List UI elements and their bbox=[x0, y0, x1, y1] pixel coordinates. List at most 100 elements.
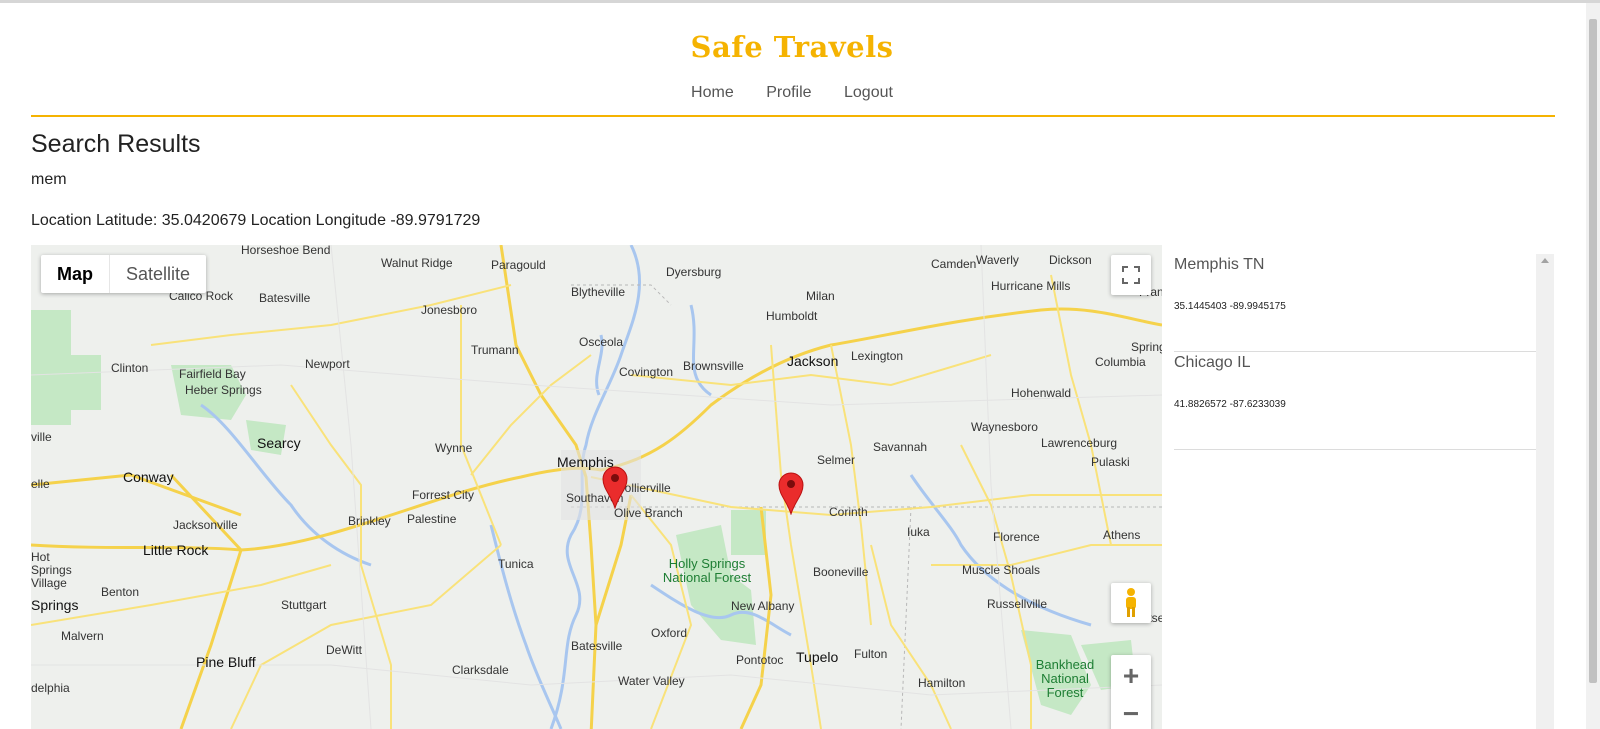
map-label: Savannah bbox=[873, 440, 928, 454]
fullscreen-icon bbox=[1122, 266, 1140, 284]
map-label: Brinkley bbox=[348, 514, 391, 528]
zoom-control: + − bbox=[1111, 655, 1151, 729]
map-label: Water Valley bbox=[618, 674, 685, 688]
map-label: Camden bbox=[931, 257, 977, 271]
map-label: Waverly bbox=[976, 253, 1019, 267]
map-type-map-button[interactable]: Map bbox=[41, 255, 110, 293]
map-label: Covington bbox=[619, 365, 674, 379]
map-label: New Albany bbox=[731, 599, 795, 613]
map-label: Blytheville bbox=[571, 285, 626, 299]
map-label: Corinth bbox=[829, 505, 868, 519]
map-label: Humboldt bbox=[766, 309, 818, 323]
map-marker-icon[interactable] bbox=[777, 471, 805, 515]
map-label: DeWitt bbox=[326, 643, 362, 657]
main-nav: Home Profile Logout bbox=[0, 84, 1584, 102]
map-label: Hot Springs Village bbox=[31, 550, 72, 590]
map-label: Athens bbox=[1103, 528, 1141, 542]
map-label: Dickson bbox=[1049, 253, 1092, 267]
map-label: Booneville bbox=[813, 565, 869, 579]
results-list: Memphis TN 35.1445403 -89.9945175 Chicag… bbox=[1174, 254, 1548, 729]
map-label: Russellville bbox=[987, 597, 1048, 611]
map-label: Hurricane Mills bbox=[991, 279, 1071, 293]
map-label: Florence bbox=[993, 530, 1040, 544]
result-name: Chicago IL bbox=[1174, 354, 1251, 371]
fullscreen-button[interactable] bbox=[1111, 255, 1151, 295]
map-label: Tunica bbox=[498, 557, 534, 571]
map-label: Batesville bbox=[571, 639, 623, 653]
search-query: mem bbox=[31, 171, 67, 188]
map-label: elle bbox=[31, 477, 50, 491]
map-label: Pine Bluff bbox=[196, 654, 256, 670]
map-label: Conway bbox=[123, 469, 174, 485]
map-label: Jackson bbox=[787, 353, 839, 369]
browser-top-line bbox=[0, 0, 1600, 3]
map-label: delphia bbox=[31, 681, 70, 695]
map-label: Batesville bbox=[259, 291, 311, 305]
map-label: Tupelo bbox=[796, 649, 839, 665]
result-name: Memphis TN bbox=[1174, 256, 1265, 273]
map-label: Waynesboro bbox=[971, 420, 1038, 434]
list-item[interactable]: Memphis TN 35.1445403 -89.9945175 bbox=[1174, 254, 1536, 352]
map-label: Searcy bbox=[257, 435, 301, 451]
result-coords: 35.1445403 -89.9945175 bbox=[1174, 301, 1286, 312]
map-label: Fulton bbox=[854, 647, 888, 661]
map-label: Jacksonville bbox=[173, 518, 238, 532]
map-label: Clarksdale bbox=[452, 663, 509, 677]
map-label: Benton bbox=[101, 585, 140, 599]
map-label: Wynne bbox=[435, 441, 473, 455]
nav-logout-link[interactable]: Logout bbox=[844, 84, 893, 101]
map-label: Walnut Ridge bbox=[381, 256, 453, 270]
zoom-out-button[interactable]: − bbox=[1123, 695, 1139, 729]
map-label: Selmer bbox=[817, 453, 856, 467]
map-label: Horseshoe Bend bbox=[241, 245, 331, 257]
map-label: Hamilton bbox=[918, 676, 966, 690]
map-label: ville bbox=[31, 430, 52, 444]
map-type-control: Map Satellite bbox=[41, 255, 207, 293]
map-label: Jonesboro bbox=[421, 303, 478, 317]
map-label: Fairfield Bay bbox=[179, 367, 246, 381]
map-label: Pulaski bbox=[1091, 455, 1130, 469]
map-label: Newport bbox=[305, 357, 350, 371]
map-label: Paragould bbox=[491, 258, 546, 272]
map-type-satellite-button[interactable]: Satellite bbox=[110, 255, 206, 293]
map-marker-icon[interactable] bbox=[601, 465, 629, 509]
page-scrollbar[interactable] bbox=[1586, 3, 1600, 729]
map-label: Oxford bbox=[651, 626, 688, 640]
location-coordinates: Location Latitude: 35.0420679 Location L… bbox=[31, 212, 481, 229]
map-label: Springs bbox=[31, 597, 79, 613]
map-label: Bankhead National Forest bbox=[1035, 657, 1095, 700]
map-label: Lexington bbox=[851, 349, 904, 363]
map-label: Palestine bbox=[407, 512, 457, 526]
map-label: Heber Springs bbox=[185, 383, 262, 397]
map-label: Malvern bbox=[61, 629, 104, 643]
header-divider bbox=[31, 115, 1555, 117]
nav-home-link[interactable]: Home bbox=[691, 84, 734, 101]
map-label: Stuttgart bbox=[281, 598, 327, 612]
pegman-icon bbox=[1126, 588, 1136, 617]
page-scrollbar-thumb[interactable] bbox=[1589, 19, 1597, 683]
scroll-up-icon[interactable] bbox=[1541, 258, 1549, 263]
nav-profile-link[interactable]: Profile bbox=[766, 84, 811, 101]
map-label: Muscle Shoals bbox=[962, 563, 1041, 577]
map-label: Columbia bbox=[1095, 355, 1146, 369]
map-label: Dyersburg bbox=[666, 265, 722, 279]
page-title: Search Results bbox=[31, 130, 201, 158]
map-view[interactable]: Horseshoe Bend Walnut Ridge Paragould Dy… bbox=[31, 245, 1162, 729]
results-scrollbar[interactable] bbox=[1536, 254, 1554, 729]
street-view-pegman-button[interactable] bbox=[1111, 583, 1151, 623]
map-label: Iuka bbox=[907, 525, 930, 539]
map-label: Little Rock bbox=[143, 542, 209, 558]
list-item[interactable]: Chicago IL 41.8826572 -87.6233039 bbox=[1174, 352, 1536, 450]
map-label: Clinton bbox=[111, 361, 149, 375]
map-label: Hohenwald bbox=[1011, 386, 1072, 400]
result-coords: 41.8826572 -87.6233039 bbox=[1174, 399, 1286, 410]
map-label: Osceola bbox=[579, 335, 624, 349]
site-brand: Safe Travels bbox=[690, 30, 894, 64]
map-label: Milan bbox=[806, 289, 835, 303]
map-label: Spring bbox=[1131, 340, 1162, 354]
zoom-in-button[interactable]: + bbox=[1123, 657, 1139, 695]
map-label: Holly Springs National Forest bbox=[662, 556, 752, 585]
map-label: Forrest City bbox=[412, 488, 475, 502]
map-label: Pontotoc bbox=[736, 653, 784, 667]
map-label: Lawrenceburg bbox=[1041, 436, 1118, 450]
